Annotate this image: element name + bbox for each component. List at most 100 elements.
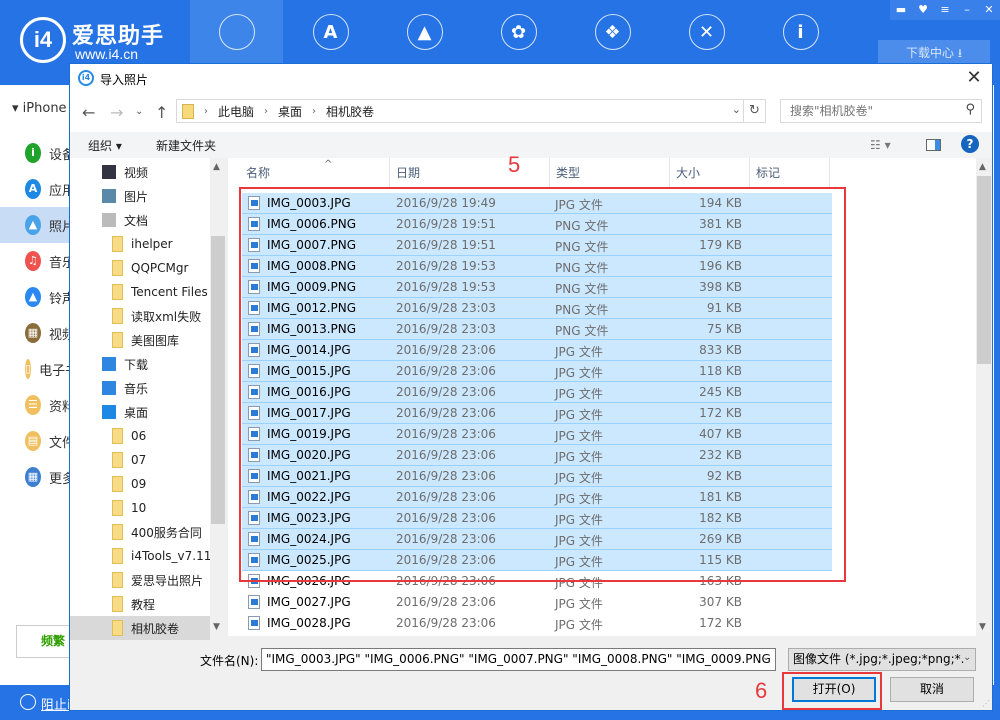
nav-tree-item[interactable]: 桌面 [70, 400, 210, 424]
back-arrow-icon[interactable]: ← [82, 103, 95, 122]
nav-button-bell[interactable]: ▲ [378, 0, 471, 64]
nav-scrollbar[interactable]: ▲ ▼ [210, 158, 226, 636]
nav-tree-item[interactable]: ihelper [70, 232, 210, 256]
resize-grip-icon[interactable]: ⋰ [982, 699, 990, 708]
file-row[interactable]: IMG_0028.JPG 2016/9/28 23:06 JPG 文件 172 KB [242, 613, 832, 634]
nav-tree-item[interactable]: 文档 [70, 208, 210, 232]
column-size[interactable]: 大小 [670, 158, 750, 188]
scroll-thumb[interactable] [211, 236, 225, 524]
nav-tree-item[interactable]: 相机胶卷 [70, 616, 210, 640]
sidebar-item[interactable]: i 设备 [0, 135, 75, 171]
folder-icon [112, 596, 123, 612]
search-field[interactable]: ⚲ [780, 99, 982, 123]
folder-icon [112, 308, 123, 324]
nav-tree-item[interactable]: 下载 [70, 352, 210, 376]
close-app-icon[interactable]: ✕ [978, 0, 1000, 20]
close-icon[interactable]: ✕ [964, 68, 984, 88]
sidebar-item[interactable]: ☰ 资料 [0, 387, 75, 423]
column-name[interactable]: ^ 名称 [240, 158, 390, 188]
nav-tree-item[interactable]: 视频 [70, 160, 210, 184]
block-label[interactable]: 阻止i [41, 694, 71, 713]
nav-tree-item[interactable]: 07 [70, 448, 210, 472]
nav-tree-item[interactable]: 教程 [70, 592, 210, 616]
column-tags[interactable]: 标记 [750, 158, 830, 188]
device-selector[interactable]: ▾ iPhone [12, 101, 67, 116]
nav-tree-item[interactable]: 爱思导出照片 [70, 568, 210, 592]
folder-icon [112, 572, 123, 588]
nav-tree-item[interactable]: 10 [70, 496, 210, 520]
sidebar-item[interactable]: A 应用 [0, 171, 75, 207]
nav-tree-item[interactable]: i4Tools_v7.11 [70, 544, 210, 568]
scroll-up-icon[interactable]: ▲ [213, 162, 220, 172]
help-icon[interactable]: ? [961, 135, 979, 153]
refresh-icon[interactable]: ↻ [743, 100, 765, 122]
filetype-select[interactable]: 图像文件 (*.jpg;*.jpeg;*png;*. [788, 648, 976, 671]
sidebar-item[interactable]: ▦ 视频 [0, 315, 75, 351]
column-type[interactable]: 类型 [550, 158, 670, 188]
nav-tree-label: 下载 [124, 357, 149, 372]
block-radio[interactable] [20, 694, 36, 710]
nav-tree-item[interactable]: 读取xml失败 [70, 304, 210, 328]
bell-icon: ▲ [406, 14, 443, 50]
nav-tree-item[interactable]: 音乐 [70, 376, 210, 400]
new-folder-button[interactable]: 新建文件夹 [156, 137, 216, 154]
column-date[interactable]: 日期 [390, 158, 550, 188]
sidebar-item[interactable]: ▲ 铃声 [0, 279, 75, 315]
chevron-down-icon[interactable]: ⌄ [732, 103, 741, 116]
nav-button-flower[interactable]: ✿ [472, 0, 565, 64]
file-scrollbar[interactable]: ▲ ▼ [976, 158, 992, 636]
file-row[interactable]: IMG_0027.JPG 2016/9/28 23:06 JPG 文件 307 KB [242, 592, 832, 613]
nav-tree-label: 06 [131, 429, 147, 443]
library-icon [102, 189, 116, 203]
menu-icon[interactable]: ≡ [934, 0, 956, 20]
nav-button-info[interactable]: i [754, 0, 847, 64]
dialog-toolbar: 组织 ▾ 新建文件夹 ☷ ▾ ? [70, 132, 992, 158]
sidebar-item[interactable]: ▲ 照片 [0, 207, 75, 243]
sidebar-item[interactable]: ▤ 文件 [0, 423, 75, 459]
nav-tree-item[interactable]: QQPCMgr [70, 256, 210, 280]
file-date: 2016/9/28 23:06 [396, 616, 496, 630]
scroll-down-icon[interactable]: ▼ [213, 622, 220, 632]
nav-tree-item[interactable]: 06 [70, 424, 210, 448]
minimize-icon[interactable]: – [956, 0, 978, 20]
nav-tree-item[interactable]: Tencent Files [70, 280, 210, 304]
nav-tree-item[interactable]: 09 [70, 472, 210, 496]
preview-pane-icon[interactable] [926, 139, 941, 151]
folder-icon [112, 236, 123, 252]
forward-arrow-icon[interactable]: → [110, 103, 123, 122]
nav-button-tools[interactable]: ✕ [660, 0, 753, 64]
feedback-icon[interactable]: ▬ [890, 0, 912, 20]
nav-tree-item[interactable]: 美图图库 [70, 328, 210, 352]
filename-dropdown-icon[interactable]: ⌄ [762, 652, 770, 663]
breadcrumb-desktop[interactable]: 桌面 [278, 103, 302, 120]
nav-tree-item[interactable]: 400服务合同 [70, 520, 210, 544]
view-options-icon[interactable]: ☷ ▾ [870, 138, 891, 152]
address-bar[interactable]: › 此电脑 › 桌面 › 相机胶卷 ⌄ ↻ [176, 99, 766, 123]
frequent-button[interactable]: 频繁 [16, 625, 76, 658]
organize-button[interactable]: 组织 ▾ [88, 137, 122, 154]
skin-icon[interactable]: ♥ [912, 0, 934, 20]
scroll-thumb[interactable] [977, 176, 991, 364]
cancel-button[interactable]: 取消 [890, 677, 974, 702]
breadcrumb-this-pc[interactable]: 此电脑 [218, 103, 254, 120]
file-type: JPG 文件 [555, 597, 603, 611]
nav-button-dropbox[interactable]: ❖ [566, 0, 659, 64]
sidebar-item[interactable]: ▯ 电子书 [0, 351, 78, 387]
search-input[interactable] [781, 100, 951, 122]
nav-button-apple[interactable] [190, 0, 283, 64]
app-scrollbar[interactable] [994, 85, 1000, 685]
brand-url: www.i4.cn [75, 46, 139, 62]
nav-tree-item[interactable]: 图片 [70, 184, 210, 208]
search-icon[interactable]: ⚲ [965, 102, 975, 117]
filename-input[interactable]: "IMG_0003.JPG" "IMG_0006.PNG" "IMG_0007.… [261, 648, 776, 671]
sidebar-item[interactable]: ▦ 更多 [0, 459, 75, 495]
nav-button-app-store[interactable]: A [284, 0, 377, 64]
recent-dropdown-icon[interactable]: ⌄ [135, 106, 143, 117]
filetype-dropdown-icon[interactable]: ⌄ [963, 652, 971, 663]
sidebar-item[interactable]: ♫ 音乐 [0, 243, 75, 279]
up-arrow-icon[interactable]: ↑ [155, 103, 168, 122]
scroll-up-icon[interactable]: ▲ [979, 162, 986, 172]
i4-logo: i4 [20, 17, 66, 63]
scroll-down-icon[interactable]: ▼ [979, 622, 986, 632]
breadcrumb-camera-roll[interactable]: 相机胶卷 [326, 103, 374, 120]
